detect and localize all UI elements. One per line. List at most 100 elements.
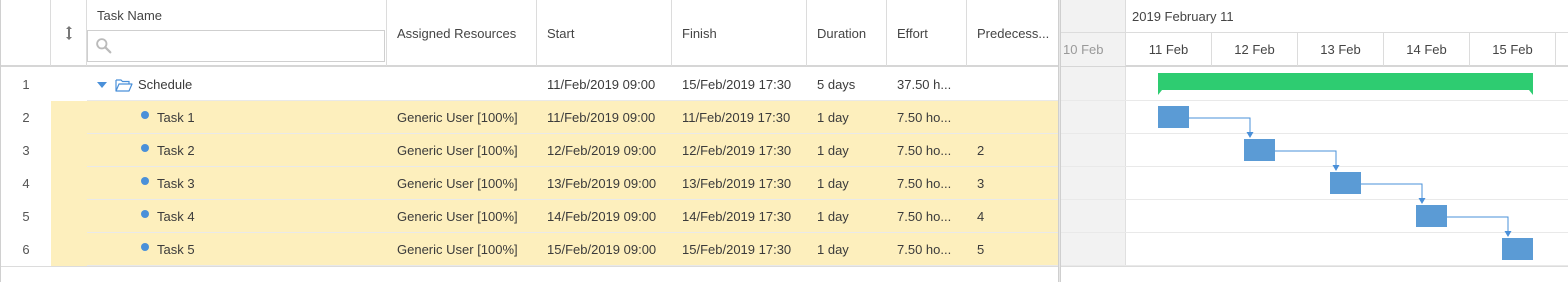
table-row[interactable]: 6 Task 5 Generic User [100%] 15/Feb/2019… xyxy=(1,233,1059,266)
task-name-cell[interactable]: Schedule xyxy=(87,68,387,101)
task-dot-icon xyxy=(141,242,149,251)
table-row[interactable]: 5 Task 4 Generic User [100%] 14/Feb/2019… xyxy=(1,200,1059,233)
row-spacer xyxy=(51,200,87,233)
resources-cell[interactable]: Generic User [100%] xyxy=(387,101,537,134)
task-dot-icon xyxy=(141,209,149,218)
task-name-text: Schedule xyxy=(138,77,193,92)
duration-cell[interactable]: 1 day xyxy=(807,233,887,266)
resources-cell[interactable] xyxy=(387,68,537,101)
duration-cell[interactable]: 1 day xyxy=(807,200,887,233)
duration-header[interactable]: Duration xyxy=(807,0,887,66)
start-cell[interactable]: 11/Feb/2019 09:00 xyxy=(537,68,672,101)
effort-cell[interactable]: 7.50 ho... xyxy=(887,200,967,233)
predecessors-cell[interactable]: 4 xyxy=(967,200,1059,233)
finish-cell[interactable]: 14/Feb/2019 17:30 xyxy=(672,200,807,233)
row-spacer xyxy=(51,167,87,200)
caret-down-icon[interactable] xyxy=(97,81,107,88)
task-bar-task-1[interactable] xyxy=(1158,106,1189,128)
table-row[interactable]: 2 Task 1 Generic User [100%] 11/Feb/2019… xyxy=(1,101,1059,134)
task-bar-task-5[interactable] xyxy=(1502,238,1533,260)
predecessors-cell[interactable] xyxy=(967,68,1059,101)
finish-cell[interactable]: 13/Feb/2019 17:30 xyxy=(672,167,807,200)
task-name-filter-input[interactable] xyxy=(87,30,385,62)
start-cell[interactable]: 13/Feb/2019 09:00 xyxy=(537,167,672,200)
duration-cell[interactable]: 5 days xyxy=(807,68,887,101)
task-bar-task-4[interactable] xyxy=(1416,205,1447,227)
resources-cell[interactable]: Generic User [100%] xyxy=(387,134,537,167)
row-number: 1 xyxy=(1,68,51,101)
effort-cell[interactable]: 7.50 ho... xyxy=(887,233,967,266)
task-name-cell[interactable]: Task 3 xyxy=(87,167,387,200)
row-number: 2 xyxy=(1,101,51,134)
dependency-arrow-icon xyxy=(1504,231,1512,237)
duration-cell[interactable]: 1 day xyxy=(807,101,887,134)
predecessors-cell[interactable]: 5 xyxy=(967,233,1059,266)
table-row[interactable]: 4 Task 3 Generic User [100%] 13/Feb/2019… xyxy=(1,167,1059,200)
task-bar-task-3[interactable] xyxy=(1330,172,1361,194)
task-name-text: Task 5 xyxy=(157,242,195,257)
task-name-cell[interactable]: Task 2 xyxy=(87,134,387,167)
predecessors-cell[interactable]: 3 xyxy=(967,167,1059,200)
task-name-text: Task 3 xyxy=(157,176,195,191)
dependency-link-4-5[interactable] xyxy=(1447,216,1509,232)
task-name-text: Task 1 xyxy=(157,110,195,125)
task-name-header[interactable]: Task Name xyxy=(87,0,387,66)
grid-header: Task Name Assigned Resources Start Finis… xyxy=(1,0,1059,67)
grid-bottom-border xyxy=(1,266,1059,267)
row-spacer xyxy=(51,233,87,266)
task-name-header-label: Task Name xyxy=(97,8,163,23)
row-spacer xyxy=(51,134,87,167)
predecessors-cell[interactable] xyxy=(967,101,1059,134)
effort-header-label: Effort xyxy=(897,25,928,41)
finish-header-label: Finish xyxy=(682,25,717,41)
dependency-arrow-icon xyxy=(1246,132,1254,138)
effort-cell[interactable]: 7.50 ho... xyxy=(887,101,967,134)
task-name-cell[interactable]: Task 5 xyxy=(87,233,387,266)
task-dot-icon xyxy=(141,176,149,185)
task-bar-task-2[interactable] xyxy=(1244,139,1275,161)
finish-cell[interactable]: 11/Feb/2019 17:30 xyxy=(672,101,807,134)
table-row-schedule[interactable]: 1 Schedule 11/Feb/2019 09:00 15/Feb/2019… xyxy=(1,68,1059,101)
resources-cell[interactable]: Generic User [100%] xyxy=(387,167,537,200)
summary-bar-schedule[interactable] xyxy=(1158,73,1533,95)
finish-header[interactable]: Finish xyxy=(672,0,807,66)
finish-cell[interactable]: 12/Feb/2019 17:30 xyxy=(672,134,807,167)
dependency-arrow-icon xyxy=(1332,165,1340,171)
task-grid: Task Name Assigned Resources Start Finis… xyxy=(0,0,1059,282)
task-dot-icon xyxy=(141,143,149,152)
duration-cell[interactable]: 1 day xyxy=(807,167,887,200)
task-name-cell[interactable]: Task 4 xyxy=(87,200,387,233)
row-number: 5 xyxy=(1,200,51,233)
predecessors-cell[interactable]: 2 xyxy=(967,134,1059,167)
finish-cell[interactable]: 15/Feb/2019 17:30 xyxy=(672,68,807,101)
start-cell[interactable]: 11/Feb/2019 09:00 xyxy=(537,101,672,134)
table-row[interactable]: 3 Task 2 Generic User [100%] 12/Feb/2019… xyxy=(1,134,1059,167)
start-cell[interactable]: 14/Feb/2019 09:00 xyxy=(537,200,672,233)
effort-cell[interactable]: 37.50 h... xyxy=(887,68,967,101)
effort-cell[interactable]: 7.50 ho... xyxy=(887,167,967,200)
dependency-link-2-3[interactable] xyxy=(1275,150,1337,166)
assigned-resources-header[interactable]: Assigned Resources xyxy=(387,0,537,66)
start-header[interactable]: Start xyxy=(537,0,672,66)
dependency-link-3-4[interactable] xyxy=(1361,183,1423,199)
effort-header[interactable]: Effort xyxy=(887,0,967,66)
dependency-link-1-2[interactable] xyxy=(1189,117,1251,133)
resources-cell[interactable]: Generic User [100%] xyxy=(387,200,537,233)
sort-column-header[interactable] xyxy=(51,0,87,66)
predecessors-header-label: Predecess... xyxy=(977,25,1050,41)
predecessors-header[interactable]: Predecess... xyxy=(967,0,1059,66)
gantt-bars xyxy=(1158,73,1533,260)
task-name-cell[interactable]: Task 1 xyxy=(87,101,387,134)
start-header-label: Start xyxy=(547,25,575,41)
duration-cell[interactable]: 1 day xyxy=(807,134,887,167)
row-number: 6 xyxy=(1,233,51,266)
start-cell[interactable]: 12/Feb/2019 09:00 xyxy=(537,134,672,167)
finish-cell[interactable]: 15/Feb/2019 17:30 xyxy=(672,233,807,266)
sort-arrows-icon[interactable] xyxy=(65,26,73,40)
effort-cell[interactable]: 7.50 ho... xyxy=(887,134,967,167)
row-number-header xyxy=(1,0,51,66)
start-cell[interactable]: 15/Feb/2019 09:00 xyxy=(537,233,672,266)
row-spacer xyxy=(51,101,87,134)
gantt-chart: 2019 February 11 10 Feb 11 Feb 12 Feb 13… xyxy=(1061,0,1568,282)
resources-cell[interactable]: Generic User [100%] xyxy=(387,233,537,266)
